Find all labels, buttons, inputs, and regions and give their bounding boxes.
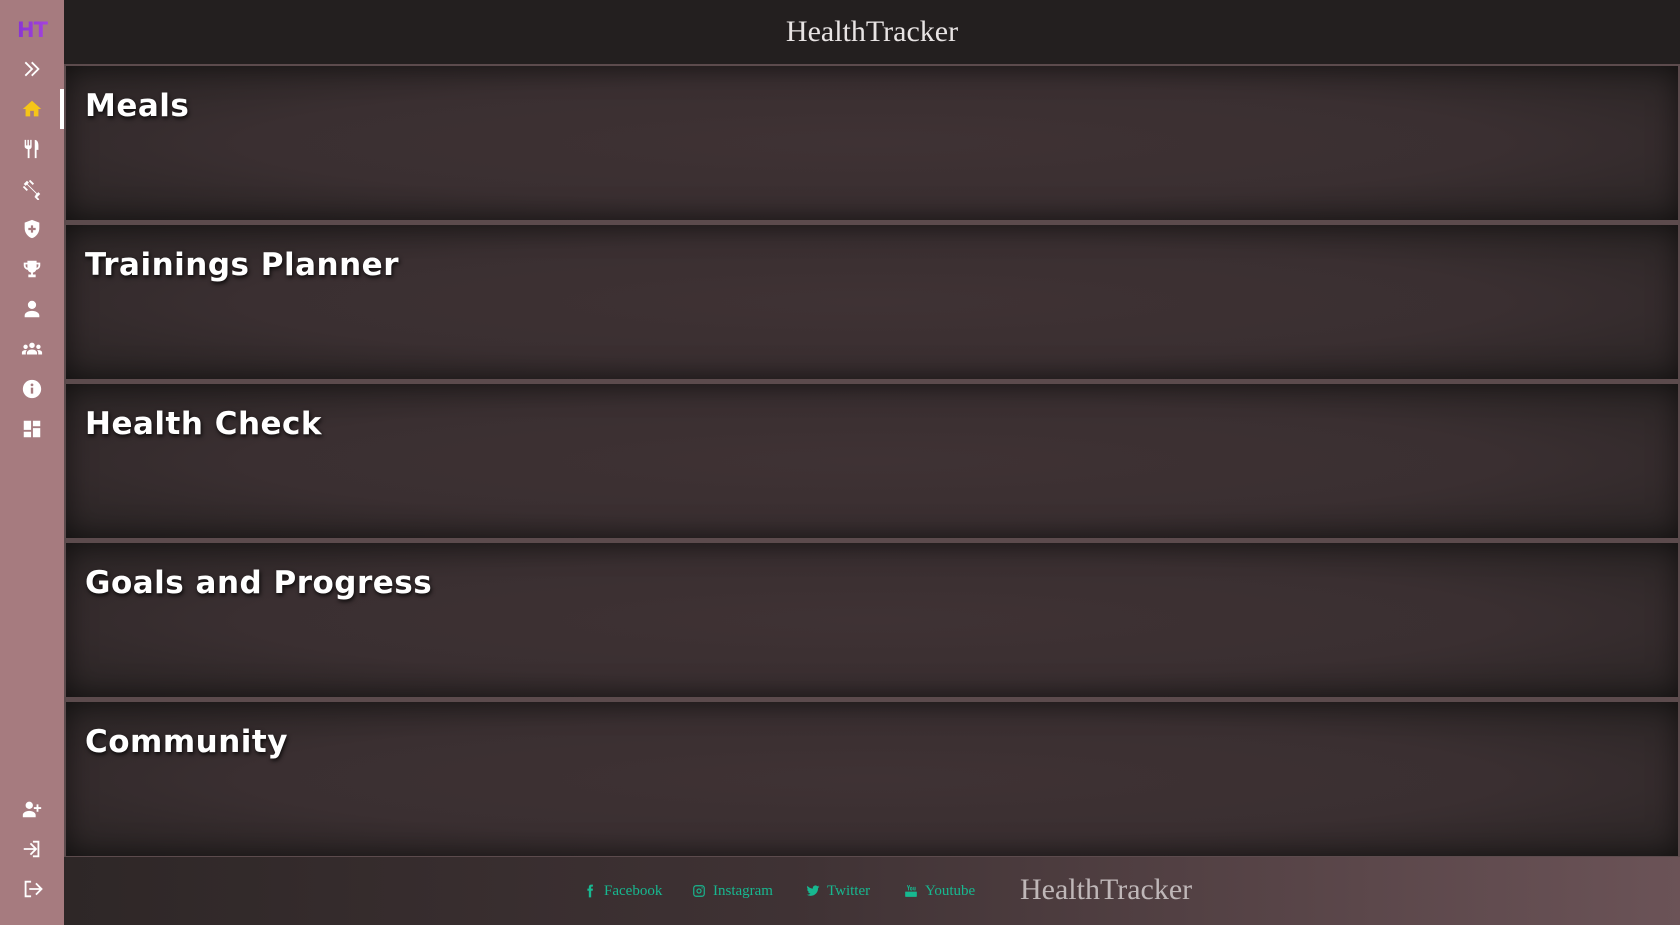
facebook-link[interactable]: Facebook — [583, 881, 662, 901]
sidebar-expand-button[interactable] — [0, 49, 64, 89]
youtube-link[interactable]: Youtube — [904, 881, 975, 901]
twitter-link[interactable]: Twitter — [806, 881, 870, 901]
sidebar-item-home[interactable] — [0, 89, 64, 129]
main-sections: Meals Trainings Planner Health Check Goa… — [64, 64, 1680, 857]
sidebar-item-info[interactable] — [0, 369, 64, 409]
shield-plus-icon — [24, 219, 40, 239]
footer-brand: HealthTracker — [1020, 873, 1193, 906]
section-community[interactable]: Community — [66, 702, 1678, 856]
sign-out-icon — [24, 880, 43, 898]
sidebar-item-health[interactable] — [0, 209, 64, 249]
user-plus-icon — [22, 801, 42, 818]
sidebar-item-logout[interactable] — [0, 869, 64, 909]
facebook-icon — [587, 884, 593, 898]
top-header: HealthTracker — [64, 0, 1680, 64]
sidebar-item-community[interactable] — [0, 329, 64, 369]
section-title: Community — [85, 724, 288, 760]
users-icon — [21, 342, 43, 355]
instagram-icon — [693, 885, 705, 897]
sidebar-item-goals[interactable] — [0, 249, 64, 289]
youtube-label: Youtube — [925, 882, 976, 899]
twitter-icon — [806, 885, 820, 896]
sidebar: HT — [0, 0, 64, 925]
section-goals-and-progress[interactable]: Goals and Progress — [66, 543, 1678, 697]
section-title: Meals — [85, 88, 190, 124]
instagram-link[interactable]: Instagram — [692, 881, 773, 901]
app-logo[interactable]: HT — [0, 18, 64, 42]
dashboard-icon — [23, 420, 41, 438]
section-title: Health Check — [85, 406, 323, 442]
section-trainings-planner[interactable]: Trainings Planner — [66, 225, 1678, 379]
sidebar-item-dashboard[interactable] — [0, 409, 64, 449]
sidebar-item-login[interactable] — [0, 829, 64, 869]
facebook-label: Facebook — [604, 882, 663, 899]
sidebar-item-profile[interactable] — [0, 289, 64, 329]
sidebar-item-register[interactable] — [0, 789, 64, 829]
section-health-check[interactable]: Health Check — [66, 384, 1678, 538]
utensils-icon — [24, 139, 39, 159]
double-chevron-right-icon — [24, 61, 40, 77]
header-title: HealthTracker — [785, 15, 959, 48]
youtube-icon — [905, 885, 917, 897]
twitter-label: Twitter — [827, 882, 871, 899]
trophy-icon — [23, 260, 41, 278]
section-meals[interactable]: Meals — [66, 66, 1678, 220]
footer: Facebook Instagram Twitter Youtube Healt… — [64, 857, 1680, 925]
sidebar-item-trainings[interactable] — [0, 169, 64, 209]
dumbbell-icon — [22, 179, 42, 200]
sign-in-icon — [23, 840, 40, 858]
section-title: Goals and Progress — [85, 565, 433, 601]
user-icon — [24, 300, 40, 318]
info-icon — [22, 379, 42, 399]
section-title: Trainings Planner — [85, 247, 399, 283]
sidebar-item-meals[interactable] — [0, 129, 64, 169]
instagram-label: Instagram — [713, 882, 773, 899]
home-icon — [22, 100, 42, 117]
